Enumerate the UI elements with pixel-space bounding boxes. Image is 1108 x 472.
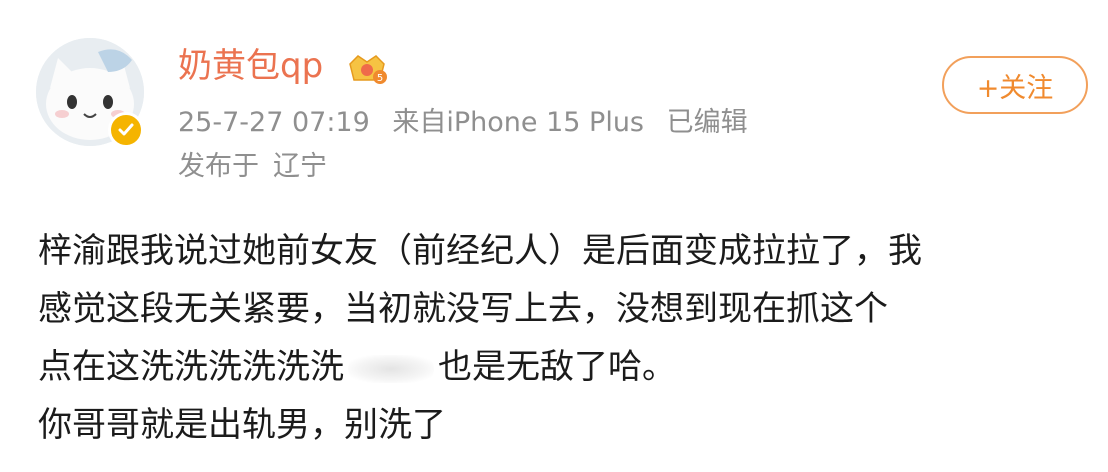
location-value: 辽宁 — [273, 151, 327, 182]
follow-button[interactable]: +关注 — [942, 56, 1088, 114]
post-text-line: 感觉这段无关紧要，当初就没写上去，没想到现在抓这个 — [38, 289, 888, 329]
svg-text:5: 5 — [377, 73, 383, 84]
post-location: 发布于 辽宁 — [178, 150, 327, 184]
post-text-segment: 点在这洗洗洗洗洗洗 — [38, 347, 344, 387]
post-text-line: 点在这洗洗洗洗洗洗 也是无敌了哈。 — [38, 338, 1088, 396]
location-prefix: 发布于 — [178, 151, 259, 182]
username-link[interactable]: 奶黄包qp — [178, 46, 323, 86]
crown-level-badge-icon: 5 — [346, 50, 388, 86]
verified-badge-icon — [108, 112, 144, 148]
post-text-line: 你哥哥就是出轨男，别洗了 — [38, 405, 446, 445]
blurred-region — [348, 354, 434, 383]
post-text-segment: 也是无敌了哈。 — [438, 347, 676, 387]
post-source: 来自iPhone 15 Plus — [392, 107, 644, 138]
post-meta: 25-7-27 07:19 来自iPhone 15 Plus 已编辑 — [178, 106, 762, 140]
post-timestamp[interactable]: 25-7-27 07:19 — [178, 107, 370, 138]
post-text-line: 梓渝跟我说过她前女友（前经纪人）是后面变成拉拉了，我 — [38, 231, 922, 271]
post-body: 梓渝跟我说过她前女友（前经纪人）是后面变成拉拉了，我 感觉这段无关紧要，当初就没… — [38, 222, 1088, 454]
edited-label[interactable]: 已编辑 — [667, 107, 748, 138]
